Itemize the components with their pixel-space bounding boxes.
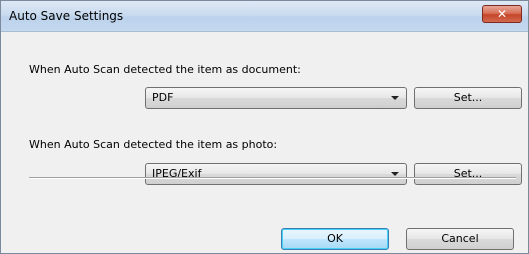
cancel-label: Cancel xyxy=(441,232,479,245)
dialog-title: Auto Save Settings xyxy=(9,9,124,23)
dialog-body: When Auto Scan detected the item as docu… xyxy=(9,32,522,250)
cancel-button[interactable]: Cancel xyxy=(406,228,514,250)
close-button[interactable]: ✕ xyxy=(482,5,522,23)
ok-label: OK xyxy=(327,232,343,245)
chevron-down-icon xyxy=(391,96,399,100)
photo-set-button[interactable]: Set... xyxy=(414,163,522,185)
ok-button[interactable]: OK xyxy=(281,228,389,250)
auto-save-settings-dialog: Auto Save Settings ✕ When Auto Scan dete… xyxy=(0,0,529,254)
photo-save-label: When Auto Scan detected the item as phot… xyxy=(29,138,278,151)
document-format-select[interactable]: PDF xyxy=(145,87,407,109)
document-save-label: When Auto Scan detected the item as docu… xyxy=(29,63,301,76)
separator xyxy=(29,177,516,179)
document-set-label: Set... xyxy=(453,91,483,104)
chevron-down-icon xyxy=(391,172,399,176)
document-set-button[interactable]: Set... xyxy=(414,87,522,109)
photo-format-select[interactable]: JPEG/Exif xyxy=(145,163,407,185)
title-bar: Auto Save Settings ✕ xyxy=(1,1,528,32)
close-icon: ✕ xyxy=(496,7,508,21)
document-format-value: PDF xyxy=(152,91,174,104)
